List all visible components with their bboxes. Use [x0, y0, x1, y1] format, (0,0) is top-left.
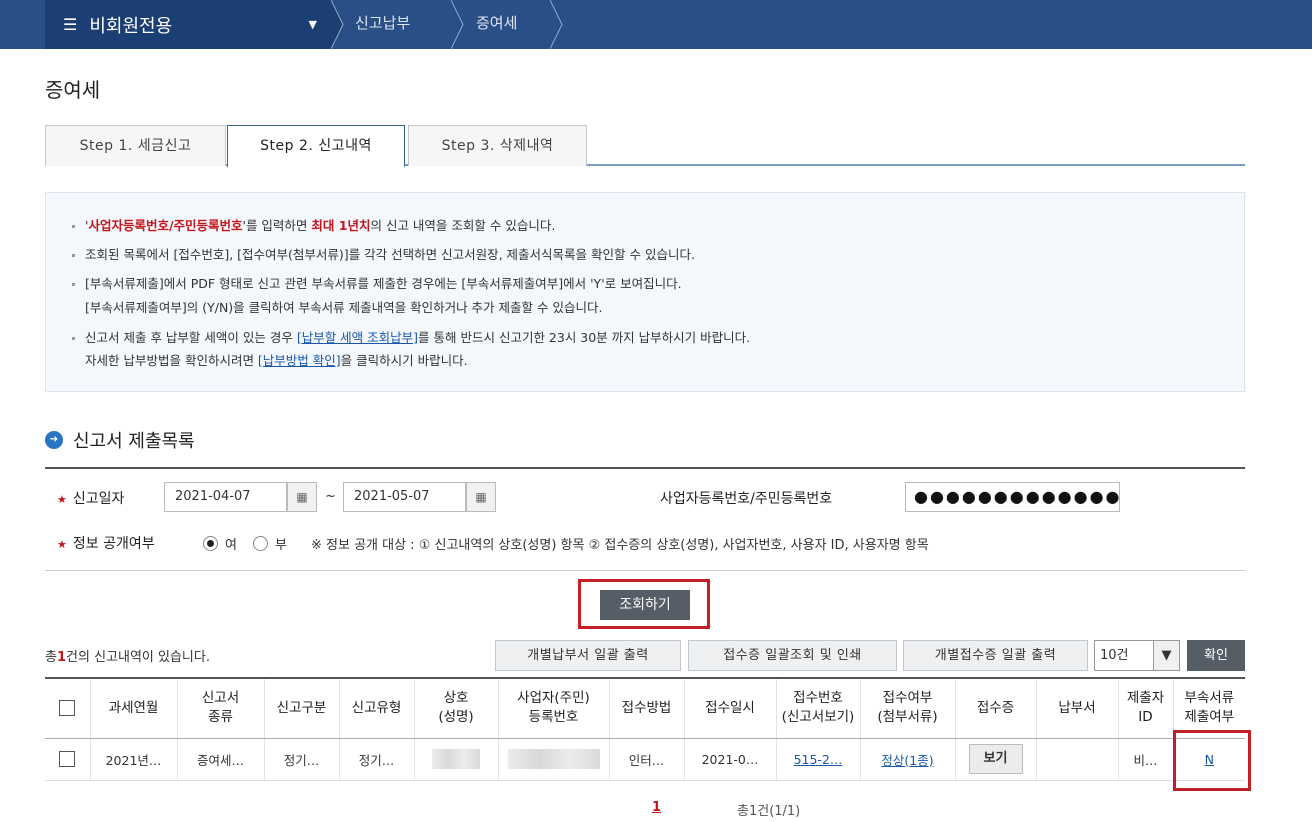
row-checkbox-cell — [45, 738, 90, 781]
required-icon: ★ — [57, 538, 67, 551]
cell-receipt: 보기 — [954, 738, 1036, 781]
bullet-icon — [72, 225, 75, 228]
bullet-icon — [72, 283, 75, 286]
header-category: 신고구분 — [263, 677, 339, 739]
id-number-input[interactable]: ●●●●●●●●●●●●● — [905, 482, 1120, 512]
menu-title: 비회원전용 — [89, 15, 173, 37]
view-receipt-button[interactable]: 보기 — [968, 744, 1023, 774]
page-summary: 총1건(1/1) — [737, 804, 801, 819]
disclosure-note: ※ 정보 공개 대상 : ① 신고내역의 상호(성명) 항목 ② 접수증의 상호… — [311, 538, 929, 553]
cell-submitter: 비… — [1117, 738, 1173, 781]
cell-datetime: 2021-0… — [683, 738, 776, 781]
highlight-box — [1173, 730, 1251, 791]
required-icon: ★ — [57, 493, 67, 506]
breadcrumb-tax-filing[interactable]: 신고납부 — [355, 0, 410, 49]
receipt-number-link[interactable]: 515-2… — [794, 752, 843, 767]
id-label: 사업자등록번호/주민등록번호 — [660, 491, 833, 507]
batch-individual-receipt-button[interactable]: 개별접수증 일괄 출력 — [903, 640, 1088, 671]
cell-type: 정기… — [338, 738, 414, 781]
cell-method: 인터… — [608, 738, 684, 781]
cell-category: 정기… — [263, 738, 339, 781]
header-receipt-no: 접수번호 (신고서보기) — [775, 677, 860, 739]
search-form: ★ 신고일자 2021-04-07 ▦ ~ 2021-05-07 ▦ 사업자등록번… — [45, 467, 1245, 571]
tab-step1[interactable]: Step 1. 세금신고 — [45, 125, 226, 166]
info-line: '사업자등록번호/주민등록번호'를 입력하면 최대 1년치의 신고 내역을 조회… — [72, 215, 555, 234]
disclosure-label: ★ 정보 공개여부 — [57, 536, 155, 552]
date-label: ★ 신고일자 — [57, 491, 125, 507]
info-line: 자세한 납부방법을 확인하시려면 [납부방법 확인]을 클릭하시기 바랍니다. — [85, 353, 468, 368]
cell-status: 정상(1종) — [859, 738, 955, 781]
step-tabs: Step 1. 세금신고 Step 2. 신고내역 Step 3. 삭제내역 — [45, 125, 1245, 168]
cell-receipt-no: 515-2… — [775, 738, 860, 781]
top-navigation: ☰ 비회원전용 ▼ 신고납부 증여세 — [0, 0, 1312, 49]
bullet-icon — [72, 254, 75, 257]
disclosure-no-radio[interactable] — [253, 536, 268, 551]
info-line: 신고서 제출 후 납부할 세액이 있는 경우 [납부할 세액 조회납부]를 통해… — [72, 327, 750, 346]
header-receipt: 접수증 — [954, 677, 1036, 739]
payment-method-link[interactable]: [납부방법 확인] — [258, 353, 341, 368]
page-1-link[interactable]: 1 — [652, 800, 661, 815]
header-status: 접수여부 (첨부서류) — [859, 677, 955, 739]
page-size-select[interactable]: 10건 ▼ — [1094, 640, 1180, 671]
header-name: 상호 (성명) — [413, 677, 498, 739]
hamburger-icon: ☰ — [63, 15, 78, 34]
date-from-input[interactable]: 2021-04-07 — [164, 482, 287, 512]
row-checkbox[interactable] — [59, 751, 76, 768]
header-period: 과세연월 — [89, 677, 177, 739]
disclosure-yes-label: 여 — [225, 538, 237, 553]
table-header-row: 과세연월 신고서 종류 신고구분 신고유형 상호 (성명) 사업자(주민) 등록… — [45, 677, 1245, 739]
header-tax-bill: 납부서 — [1035, 677, 1118, 739]
chevron-down-icon: ▼ — [1153, 641, 1179, 670]
header-kind: 신고서 종류 — [176, 677, 264, 739]
section-title: ➜ 신고서 제출목록 — [45, 427, 195, 453]
cell-period: 2021년… — [89, 738, 177, 781]
table-row: 2021년… 증여세… 정기… 정기… 인터… 2021-0… 515-2… 정… — [45, 738, 1245, 781]
info-line: [부속서류제출여부]의 (Y/N)을 클릭하여 부속서류 제출내역을 확인하거나… — [85, 300, 603, 315]
calendar-icon[interactable]: ▦ — [287, 482, 317, 512]
filing-table: 과세연월 신고서 종류 신고구분 신고유형 상호 (성명) 사업자(주민) 등록… — [45, 677, 1245, 781]
info-box: '사업자등록번호/주민등록번호'를 입력하면 최대 1년치의 신고 내역을 조회… — [45, 192, 1245, 392]
redacted-reg-no — [507, 749, 600, 769]
site-menu-button[interactable]: ☰ 비회원전용 ▼ — [45, 0, 331, 49]
bullet-icon — [72, 337, 75, 340]
disclosure-no-label: 부 — [275, 538, 287, 553]
page-title: 증여세 — [45, 78, 101, 102]
header-type: 신고유형 — [338, 677, 414, 739]
header-method: 접수방법 — [608, 677, 684, 739]
status-link[interactable]: 정상(1종) — [881, 753, 933, 768]
info-line: 조회된 목록에서 [접수번호], [접수여부(첨부서류)]를 각각 선택하면 신… — [72, 244, 695, 263]
select-all-header — [45, 677, 90, 739]
cell-kind: 증여세… — [176, 738, 264, 781]
tab-step2[interactable]: Step 2. 신고내역 — [227, 125, 405, 168]
confirm-button[interactable]: 확인 — [1187, 640, 1245, 671]
breadcrumb-separator-icon — [550, 0, 563, 49]
date-to-input[interactable]: 2021-05-07 — [343, 482, 466, 512]
batch-receipt-button[interactable]: 접수증 일괄조회 및 인쇄 — [688, 640, 897, 671]
breadcrumb-separator-icon — [331, 0, 344, 49]
header-reg-no: 사업자(주민) 등록번호 — [497, 677, 609, 739]
total-count-text: 총1건의 신고내역이 있습니다. — [45, 650, 210, 665]
info-line: [부속서류제출]에서 PDF 형태로 신고 관련 부속서류를 제출한 경우에는 … — [72, 273, 682, 292]
calendar-icon[interactable]: ▦ — [466, 482, 496, 512]
breadcrumb-gift-tax[interactable]: 증여세 — [476, 0, 517, 49]
arrow-circle-icon: ➜ — [45, 431, 63, 449]
redacted-name — [432, 749, 480, 769]
breadcrumb-separator-icon — [451, 0, 464, 49]
select-all-checkbox[interactable] — [59, 699, 76, 716]
tax-payment-link[interactable]: [납부할 세액 조회납부] — [297, 330, 418, 345]
cell-tax-bill — [1035, 738, 1118, 781]
highlight-box — [578, 579, 710, 629]
tab-step3[interactable]: Step 3. 삭제내역 — [408, 125, 587, 166]
cell-name — [413, 738, 498, 781]
caret-down-icon: ▼ — [308, 18, 317, 31]
cell-reg-no — [497, 738, 609, 781]
header-submitter: 제출자 ID — [1117, 677, 1173, 739]
batch-tax-bill-button[interactable]: 개별납부서 일괄 출력 — [495, 640, 681, 671]
disclosure-yes-radio[interactable] — [203, 536, 218, 551]
date-range-tilde: ~ — [325, 489, 336, 504]
header-datetime: 접수일시 — [683, 677, 776, 739]
header-attached: 부속서류 제출여부 — [1172, 677, 1245, 739]
